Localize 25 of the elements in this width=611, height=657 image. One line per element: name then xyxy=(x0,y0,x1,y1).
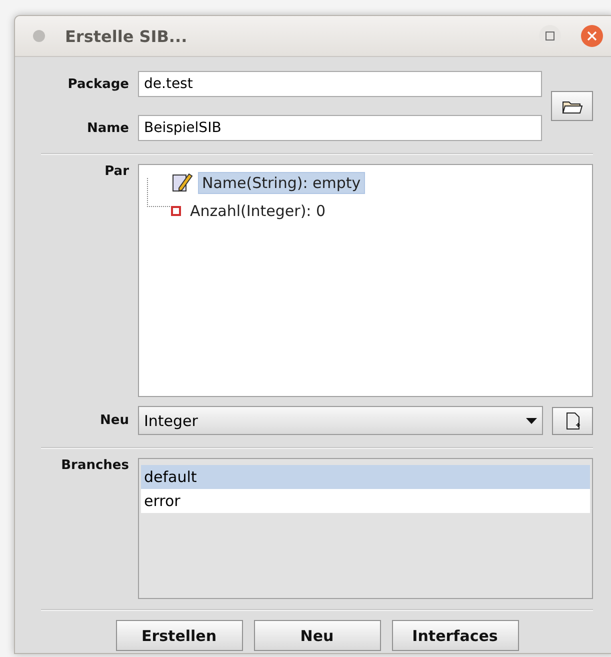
new-label: Neu xyxy=(99,413,129,428)
type-dropdown[interactable]: Integer xyxy=(138,406,543,435)
package-label: Package xyxy=(66,76,129,92)
dialog-button[interactable]: Neu xyxy=(254,620,380,651)
name-label: Name xyxy=(86,120,129,136)
window-title: Erstelle SIB... xyxy=(65,26,188,46)
square-icon xyxy=(171,206,181,216)
dialog-button[interactable]: Interfaces xyxy=(392,620,518,651)
notepad-pencil-icon xyxy=(171,172,193,194)
close-button[interactable] xyxy=(581,25,603,47)
dialog-button[interactable]: Erstellen xyxy=(116,620,242,651)
tree-node[interactable]: Name(String): empty xyxy=(198,172,365,194)
close-icon xyxy=(587,31,597,41)
new-document-icon xyxy=(564,412,580,430)
dropdown-arrow-icon xyxy=(526,418,537,424)
open-folder-button[interactable] xyxy=(551,91,593,121)
parameters-label: Par xyxy=(104,164,129,179)
list-item[interactable]: default xyxy=(141,465,590,489)
package-field[interactable]: de.test xyxy=(138,71,542,97)
name-field[interactable]: BeispielSIB xyxy=(138,115,542,141)
branches-label: Branches xyxy=(60,458,129,473)
tree-node[interactable]: Anzahl(Integer): 0 xyxy=(186,200,330,222)
list-item[interactable]: error xyxy=(141,489,590,513)
maximize-icon xyxy=(545,31,555,41)
new-document-button[interactable] xyxy=(552,406,593,434)
